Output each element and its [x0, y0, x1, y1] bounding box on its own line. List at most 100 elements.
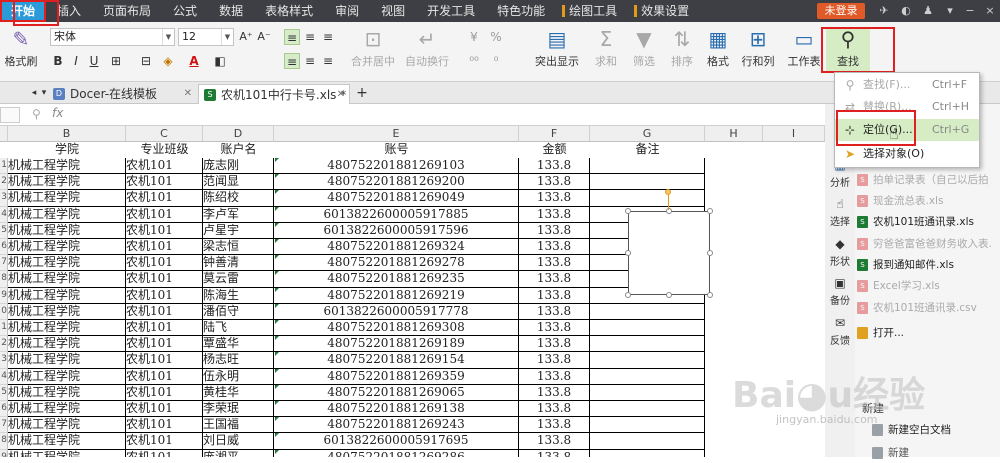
resize-handle[interactable]: [707, 292, 713, 298]
column-header[interactable]: H: [705, 126, 763, 142]
table-cell[interactable]: 133.8: [519, 320, 590, 337]
table-cell[interactable]: [590, 320, 705, 337]
table-cell[interactable]: 农机101: [126, 384, 203, 401]
table-cell[interactable]: 农机101: [126, 206, 203, 223]
recent-file[interactable]: S 拍单记录表（自己以后拍: [857, 170, 989, 190]
table-cell[interactable]: 机械工程学院: [8, 271, 126, 288]
table-cell[interactable]: 480752201881269219: [274, 287, 519, 304]
column-header[interactable]: C: [126, 126, 203, 142]
column-header[interactable]: G: [590, 126, 705, 142]
row-header[interactable]: 5: [0, 222, 8, 239]
font-size-select[interactable]: 12 ▼: [178, 28, 234, 46]
table-cell[interactable]: 机械工程学院: [8, 158, 126, 175]
column-header[interactable]: B: [8, 126, 126, 142]
table-cell[interactable]: 梁志恒: [203, 239, 274, 256]
recent-file[interactable]: S 现金流总表.xls: [857, 191, 943, 211]
table-cell[interactable]: [590, 384, 705, 401]
close-icon[interactable]: ✕: [184, 84, 192, 104]
shrink-font-icon[interactable]: A⁻: [256, 29, 272, 45]
table-cell[interactable]: [590, 190, 705, 207]
table-cell[interactable]: 133.8: [519, 222, 590, 239]
menu-item-find[interactable]: ⚲ 查找(F)... Ctrl+F: [835, 74, 979, 96]
table-cell[interactable]: 133.8: [519, 449, 590, 457]
table-cell[interactable]: 农机101: [126, 174, 203, 191]
tab-special[interactable]: 特色功能: [486, 0, 556, 22]
table-cell[interactable]: 农机101: [126, 303, 203, 320]
table-cell[interactable]: 农机101: [126, 239, 203, 256]
column-header[interactable]: F: [519, 126, 590, 142]
table-cell[interactable]: 133.8: [519, 190, 590, 207]
close-icon[interactable]: ✕: [337, 85, 345, 105]
sum-button[interactable]: Σ 求和: [590, 28, 622, 69]
recent-file[interactable]: S 农机101班通讯录.csv: [857, 298, 977, 318]
table-cell[interactable]: 农机101: [126, 158, 203, 175]
zoom-icon[interactable]: ⚲: [32, 107, 41, 121]
new-from-template-button[interactable]: 新建: [872, 443, 909, 463]
row-header[interactable]: 8: [0, 271, 8, 288]
row-header[interactable]: 2: [0, 174, 8, 191]
table-cell[interactable]: [590, 449, 705, 457]
table-cell[interactable]: 卢星宇: [203, 222, 274, 239]
name-box[interactable]: [0, 107, 20, 123]
table-cell[interactable]: 480752201881269324: [274, 239, 519, 256]
header-cell[interactable]: 备注: [590, 142, 705, 158]
header-cell[interactable]: 学院: [8, 142, 126, 158]
recent-file[interactable]: S 报到通知邮件.xls: [857, 255, 954, 275]
table-cell[interactable]: 133.8: [519, 255, 590, 272]
table-cell[interactable]: 王国福: [203, 417, 274, 434]
table-cell[interactable]: 480752201881269189: [274, 336, 519, 353]
table-cell[interactable]: 133.8: [519, 174, 590, 191]
table-cell[interactable]: 133.8: [519, 433, 590, 450]
font-name-select[interactable]: 宋体 ▼: [50, 28, 175, 46]
table-cell[interactable]: 480752201881269200: [274, 174, 519, 191]
table-cell[interactable]: 莫云雷: [203, 271, 274, 288]
format-painter-button[interactable]: ✎ 格式刷: [4, 28, 38, 69]
open-file-button[interactable]: 打开...: [857, 323, 904, 343]
header-cell[interactable]: 专业班级: [126, 142, 203, 158]
table-cell[interactable]: 机械工程学院: [8, 449, 126, 457]
table-cell[interactable]: [590, 417, 705, 434]
table-cell[interactable]: 农机101: [126, 320, 203, 337]
table-cell[interactable]: 133.8: [519, 158, 590, 175]
table-cell[interactable]: 伍永明: [203, 368, 274, 385]
table-cell[interactable]: [590, 158, 705, 175]
filter-button[interactable]: ▼ 筛选: [628, 28, 660, 69]
tab-review[interactable]: 审阅: [324, 0, 370, 22]
fx-button[interactable]: fx: [52, 106, 63, 120]
resize-handle[interactable]: [707, 208, 713, 214]
table-cell[interactable]: 480752201881269235: [274, 271, 519, 288]
row-header[interactable]: 4: [0, 206, 8, 223]
table-cell[interactable]: [590, 336, 705, 353]
table-cell[interactable]: 黄桂华: [203, 384, 274, 401]
align-bottom-icon[interactable]: ≡: [320, 29, 336, 45]
align-middle-icon[interactable]: ≡: [302, 29, 318, 45]
row-header[interactable]: 4: [0, 368, 8, 385]
rectangle-shape[interactable]: [628, 211, 710, 295]
new-blank-button[interactable]: 新建空白文档: [872, 420, 951, 440]
table-cell[interactable]: 刘日威: [203, 433, 274, 450]
row-col-button[interactable]: ⊞ 行和列: [738, 28, 778, 69]
auto-wrap-button[interactable]: ↵ 自动换行: [404, 28, 450, 69]
number-format-icon[interactable]: ¥: [466, 29, 482, 45]
table-cell[interactable]: 133.8: [519, 239, 590, 256]
table-cell[interactable]: 133.8: [519, 287, 590, 304]
table-cell[interactable]: 农机101: [126, 336, 203, 353]
border-icon[interactable]: ⊞: [108, 53, 124, 69]
rotate-handle[interactable]: [665, 189, 671, 195]
row-header[interactable]: 2: [0, 336, 8, 353]
row-header[interactable]: 8: [0, 433, 8, 450]
sort-button[interactable]: ⇅ 排序: [666, 28, 698, 69]
table-cell[interactable]: 6013822600005917778: [274, 303, 519, 320]
grow-font-icon[interactable]: A⁺: [238, 29, 254, 45]
row-header[interactable]: 9: [0, 287, 8, 304]
resize-handle[interactable]: [666, 292, 672, 298]
row-header[interactable]: 6: [0, 401, 8, 418]
table-cell[interactable]: 农机101: [126, 401, 203, 418]
tab-formulas[interactable]: 公式: [162, 0, 208, 22]
table-cell[interactable]: 480752201881269286: [274, 449, 519, 457]
table-cell[interactable]: 农机101: [126, 271, 203, 288]
recent-file[interactable]: S Excel学习.xls: [857, 276, 940, 296]
resize-handle[interactable]: [625, 250, 631, 256]
table-cell[interactable]: 6013822600005917885: [274, 206, 519, 223]
row-header[interactable]: 1: [0, 320, 8, 337]
